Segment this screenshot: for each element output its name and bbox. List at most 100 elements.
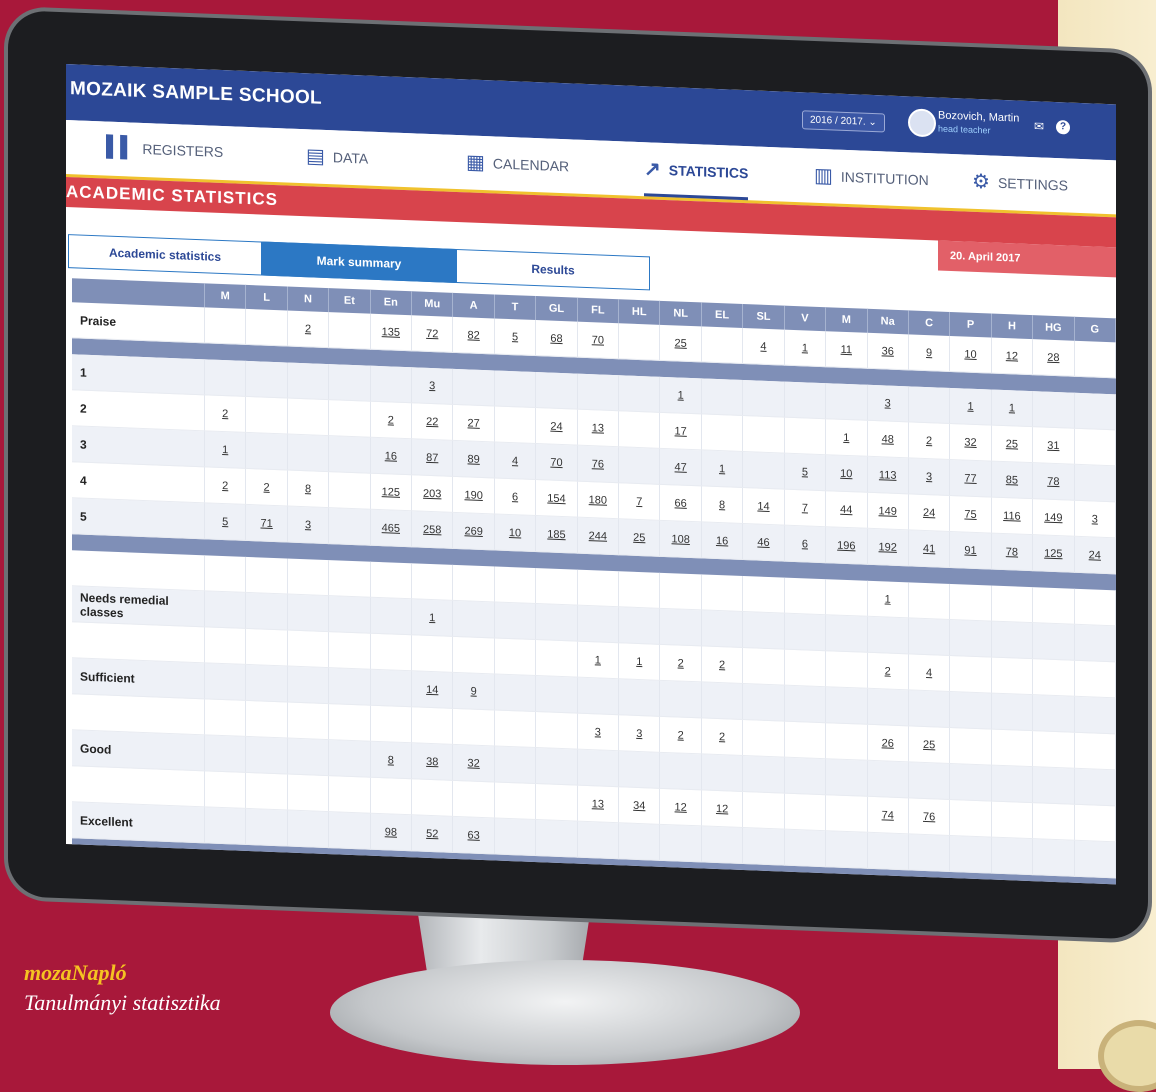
mark-count-link[interactable]: 2	[388, 414, 394, 426]
mark-count-link[interactable]: 91	[964, 544, 976, 556]
mark-count-link[interactable]: 1	[1009, 402, 1015, 414]
mark-count-link[interactable]: 1	[885, 593, 891, 605]
mark-count-link[interactable]: 3	[885, 397, 891, 409]
mark-count-link[interactable]: 113	[879, 469, 897, 482]
mark-count-link[interactable]: 4	[760, 340, 766, 352]
mark-count-link[interactable]: 135	[382, 326, 400, 339]
user-name[interactable]: Bozovich, Martin	[938, 109, 1019, 124]
mark-count-link[interactable]: 77	[964, 472, 976, 484]
mark-count-link[interactable]: 1	[678, 389, 684, 401]
mark-count-link[interactable]: 190	[464, 489, 482, 502]
mark-count-link[interactable]: 149	[1044, 511, 1062, 524]
mark-count-link[interactable]: 2	[926, 435, 932, 447]
tab-academic-statistics[interactable]: Academic statistics	[68, 234, 262, 276]
mark-count-link[interactable]: 4	[926, 667, 932, 679]
mark-count-link[interactable]: 3	[636, 727, 642, 739]
mark-count-link[interactable]: 2	[885, 665, 891, 677]
mark-count-link[interactable]: 1	[636, 655, 642, 667]
mark-count-link[interactable]: 47	[675, 461, 687, 473]
mark-count-link[interactable]: 1	[843, 431, 849, 443]
help-icon[interactable]: ?	[1056, 120, 1070, 135]
mark-count-link[interactable]: 9	[471, 685, 477, 697]
nav-data[interactable]: ▤ DATA	[306, 143, 368, 170]
mark-count-link[interactable]: 6	[802, 538, 808, 550]
nav-calendar[interactable]: ▦ CALENDAR	[466, 149, 569, 178]
mark-count-link[interactable]: 63	[468, 829, 480, 841]
mark-count-link[interactable]: 24	[1089, 549, 1101, 561]
mark-count-link[interactable]: 465	[382, 522, 400, 535]
mark-count-link[interactable]: 1	[429, 611, 435, 623]
mark-count-link[interactable]: 7	[636, 495, 642, 507]
mark-count-link[interactable]: 3	[305, 519, 311, 531]
mark-count-link[interactable]: 36	[882, 345, 894, 357]
mark-count-link[interactable]: 12	[675, 801, 687, 813]
mark-count-link[interactable]: 70	[592, 334, 604, 346]
mark-count-link[interactable]: 3	[429, 379, 435, 391]
mark-count-link[interactable]: 8	[305, 483, 311, 495]
mark-count-link[interactable]: 68	[550, 332, 562, 344]
mark-count-link[interactable]: 8	[388, 754, 394, 766]
mark-count-link[interactable]: 14	[426, 683, 438, 695]
mark-count-link[interactable]: 1	[595, 654, 601, 666]
mark-count-link[interactable]: 10	[840, 467, 852, 479]
mark-count-link[interactable]: 25	[633, 531, 645, 543]
mark-count-link[interactable]: 17	[675, 425, 687, 437]
mark-count-link[interactable]: 52	[426, 827, 438, 839]
mark-count-link[interactable]: 244	[589, 530, 607, 543]
mark-count-link[interactable]: 44	[840, 503, 852, 515]
mark-count-link[interactable]: 1	[967, 400, 973, 412]
mark-count-link[interactable]: 82	[468, 329, 480, 341]
mark-count-link[interactable]: 8	[719, 499, 725, 511]
tab-results[interactable]: Results	[456, 248, 650, 291]
mark-count-link[interactable]: 31	[1047, 439, 1059, 451]
mark-count-link[interactable]: 2	[305, 323, 311, 335]
mark-count-link[interactable]: 24	[550, 420, 562, 432]
mark-count-link[interactable]: 192	[879, 541, 897, 554]
mark-count-link[interactable]: 14	[757, 500, 769, 512]
mark-count-link[interactable]: 203	[423, 487, 441, 500]
mark-count-link[interactable]: 2	[719, 731, 725, 743]
mark-count-link[interactable]: 26	[882, 737, 894, 749]
mark-count-link[interactable]: 2	[222, 407, 228, 419]
mark-count-link[interactable]: 7	[802, 502, 808, 514]
mark-count-link[interactable]: 24	[923, 506, 935, 518]
mark-count-link[interactable]: 76	[592, 458, 604, 470]
mark-count-link[interactable]: 2	[678, 657, 684, 669]
nav-institution[interactable]: ▥ INSTITUTION	[814, 163, 929, 192]
mark-count-link[interactable]: 13	[592, 798, 604, 810]
mark-count-link[interactable]: 71	[260, 517, 272, 529]
mark-count-link[interactable]: 2	[719, 659, 725, 671]
mark-count-link[interactable]: 2	[264, 481, 270, 493]
mark-count-link[interactable]: 70	[550, 456, 562, 468]
mark-count-link[interactable]: 22	[426, 415, 438, 427]
mark-count-link[interactable]: 10	[964, 348, 976, 360]
mark-count-link[interactable]: 16	[716, 534, 728, 546]
mark-count-link[interactable]: 3	[926, 471, 932, 483]
mark-count-link[interactable]: 32	[468, 757, 480, 769]
mark-count-link[interactable]: 25	[1006, 438, 1018, 450]
mark-count-link[interactable]: 125	[1044, 547, 1062, 560]
mark-count-link[interactable]: 87	[426, 451, 438, 463]
mark-count-link[interactable]: 5	[802, 466, 808, 478]
tab-mark-summary[interactable]: Mark summary	[262, 241, 456, 283]
mark-count-link[interactable]: 11	[841, 343, 852, 355]
mark-count-link[interactable]: 1	[802, 342, 808, 354]
nav-registers[interactable]: ▌▌ REGISTERS	[106, 136, 223, 164]
mark-count-link[interactable]: 2	[678, 729, 684, 741]
mark-count-link[interactable]: 125	[382, 486, 400, 499]
school-year-select[interactable]: 2016 / 2017. ⌄	[802, 110, 885, 133]
nav-settings[interactable]: ⚙ SETTINGS	[972, 169, 1068, 198]
mark-count-link[interactable]: 76	[923, 810, 935, 822]
mark-count-link[interactable]: 38	[426, 755, 438, 767]
mark-count-link[interactable]: 78	[1006, 546, 1018, 558]
mark-count-link[interactable]: 3	[595, 726, 601, 738]
avatar[interactable]	[908, 108, 936, 138]
mark-count-link[interactable]: 89	[468, 453, 480, 465]
mark-count-link[interactable]: 6	[512, 491, 518, 503]
mark-count-link[interactable]: 66	[675, 497, 687, 509]
mark-count-link[interactable]: 34	[633, 799, 645, 811]
mark-count-link[interactable]: 1	[719, 463, 725, 475]
mark-count-link[interactable]: 74	[882, 809, 894, 821]
mark-count-link[interactable]: 85	[1006, 474, 1018, 486]
nav-statistics[interactable]: ↗ STATISTICS	[644, 156, 748, 185]
